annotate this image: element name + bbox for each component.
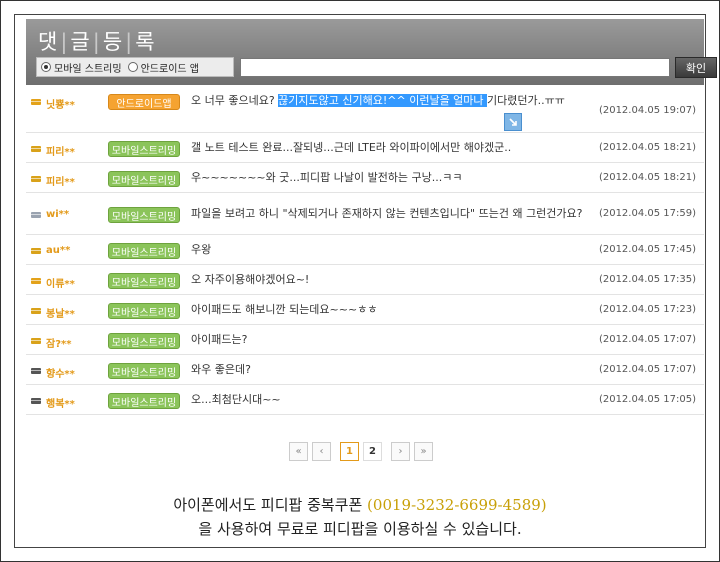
- comment-row: 피리** 모바일스트리밍 갤 노트 테스트 완료...잘되넹...근데 LTE라 와…: [26, 133, 704, 163]
- rank-icon: [30, 174, 42, 184]
- comment-date: (2012.04.05 17:59): [598, 208, 696, 219]
- comment-row: 행복** 모바일스트리밍 오...최첨단시대~~ (2012.04.05 17:05): [26, 385, 704, 415]
- comment-text: 오 자주이용해야겠어요~!: [191, 273, 310, 286]
- page-2-button[interactable]: 2: [363, 442, 382, 461]
- coupon-notice: 아이폰에서도 피디팝 중복쿠폰 (0019-3232-6699-4589) 을 …: [173, 496, 547, 538]
- rank-icon: [30, 306, 42, 316]
- comment-nickname: 피리**: [46, 177, 75, 188]
- comment-row: 닛뿅** 안드로이드앱 오 너무 좋으네요? 끊기지도않고 신기해요!^^ 이런날을…: [26, 89, 704, 133]
- comment-date: (2012.04.05 19:07): [598, 105, 696, 116]
- prev-page-button[interactable]: ‹: [312, 442, 331, 461]
- comment-nickname: 봉날**: [46, 309, 75, 320]
- comment-row: 잠?** 모바일스트리밍 아이패드는? (2012.04.05 17:07): [26, 325, 704, 355]
- selected-text: 끊기지도않고 신기해요!^^ 이런날을 얼마나: [278, 94, 488, 107]
- comment-date: (2012.04.05 17:05): [598, 394, 696, 405]
- comment-nickname: wi**: [46, 209, 70, 220]
- comment-row: 이류** 모바일스트리밍 오 자주이용해야겠어요~! (2012.04.05 17:3…: [26, 265, 704, 295]
- next-page-button[interactable]: ›: [391, 442, 410, 461]
- comment-date: (2012.04.05 17:23): [598, 304, 696, 315]
- device-badge: 모바일스트리밍: [108, 141, 180, 157]
- device-badge: 모바일스트리밍: [108, 363, 180, 379]
- comment-nickname: 피리**: [46, 147, 75, 158]
- comment-date: (2012.04.05 18:21): [598, 142, 696, 153]
- comment-text: 아이패드도 해보니깐 되는데요~~~ㅎㅎ: [191, 303, 378, 316]
- comment-date: (2012.04.05 17:45): [598, 244, 696, 255]
- comment-list: 닛뿅** 안드로이드앱 오 너무 좋으네요? 끊기지도않고 신기해요!^^ 이런날을…: [26, 89, 704, 415]
- device-badge: 모바일스트리밍: [108, 333, 180, 349]
- rank-icon: [30, 366, 42, 376]
- rank-icon: [30, 276, 42, 286]
- radio-android-app[interactable]: 안드로이드 앱: [127, 60, 199, 75]
- comment-nickname: 이류**: [46, 279, 75, 290]
- comment-date: (2012.04.05 17:07): [598, 334, 696, 345]
- comment-text: 아이패드는?: [191, 333, 248, 346]
- comment-nickname: 행복**: [46, 399, 75, 410]
- rank-icon: [30, 396, 42, 406]
- comment-nickname: 향수**: [46, 369, 75, 380]
- comment-text: 오...최첨단시대~~: [191, 393, 281, 406]
- comment-date: (2012.04.05 18:21): [598, 172, 696, 183]
- radio-mobile-streaming[interactable]: 모바일 스트리밍: [41, 60, 122, 75]
- page-1-button[interactable]: 1: [340, 442, 359, 461]
- comment-row: wi** 모바일스트리밍 파일을 보려고 하니 "삭제되거나 존재하지 않는 컨텐츠…: [26, 193, 704, 235]
- comment-row: 향수** 모바일스트리밍 와우 좋은데? (2012.04.05 17:07): [26, 355, 704, 385]
- rank-icon: [30, 144, 42, 154]
- device-badge: 안드로이드앱: [108, 94, 180, 110]
- device-badge: 모바일스트리밍: [108, 243, 180, 259]
- comment-text: 와우 좋은데?: [191, 363, 251, 376]
- first-page-button[interactable]: «: [289, 442, 308, 461]
- pagination: « ‹ 1 2 › »: [289, 442, 437, 461]
- device-badge: 모바일스트리밍: [108, 171, 180, 187]
- comment-nickname: au**: [46, 245, 71, 256]
- stream-type-selector: 모바일 스트리밍 안드로이드 앱: [36, 57, 234, 77]
- radio-checked-icon: [41, 62, 51, 72]
- comment-header: 댓|글|등|록 모바일 스트리밍 안드로이드 앱 확인: [26, 19, 717, 85]
- comment-date: (2012.04.05 17:07): [598, 364, 696, 375]
- rank-icon: [30, 246, 42, 256]
- comment-text: 파일을 보려고 하니 "삭제되거나 존재하지 않는 컨텐츠입니다" 뜨는건 왜 …: [191, 207, 583, 220]
- rank-icon: [30, 336, 42, 346]
- comment-row: 봉날** 모바일스트리밍 아이패드도 해보니깐 되는데요~~~ㅎㅎ (2012.04.…: [26, 295, 704, 325]
- comment-text: 오 너무 좋으네요? 끊기지도않고 신기해요!^^ 이런날을 얼마나 기다렸던가…: [191, 94, 565, 107]
- device-badge: 모바일스트리밍: [108, 273, 180, 289]
- device-badge: 모바일스트리밍: [108, 393, 180, 409]
- comment-text: 우왕: [191, 243, 212, 256]
- confirm-button[interactable]: 확인: [675, 57, 717, 78]
- device-badge: 모바일스트리밍: [108, 303, 180, 319]
- comment-nickname: 닛뿅**: [46, 100, 75, 111]
- header-title: 댓|글|등|록: [38, 30, 156, 54]
- comment-text: 갤 노트 테스트 완료...잘되넹...근데 LTE라 와이파이에서만 해야겠군…: [191, 141, 512, 154]
- comment-row: 피리** 모바일스트리밍 우~~~~~~~와 굿...피디팝 나날이 발전하는 구낭…: [26, 163, 704, 193]
- comment-nickname: 잠?**: [46, 339, 72, 350]
- device-badge: 모바일스트리밍: [108, 207, 180, 223]
- rank-icon: [30, 97, 42, 107]
- rank-icon: [30, 210, 42, 220]
- comment-date: (2012.04.05 17:35): [598, 274, 696, 285]
- comment-text: 우~~~~~~~와 굿...피디팝 나날이 발전하는 구낭...ㅋㅋ: [191, 171, 463, 184]
- comment-input[interactable]: [240, 58, 670, 77]
- comment-row: au** 모바일스트리밍 우왕 (2012.04.05 17:45): [26, 235, 704, 265]
- radio-unchecked-icon: [127, 62, 138, 72]
- coupon-code: (0019-3232-6699-4589): [367, 496, 547, 514]
- selection-search-icon[interactable]: [504, 113, 522, 131]
- last-page-button[interactable]: »: [414, 442, 433, 461]
